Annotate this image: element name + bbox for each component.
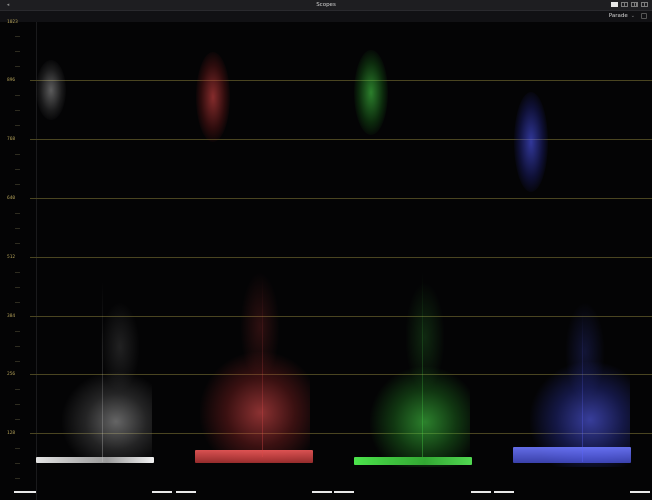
title-bar: ◂ Scopes <box>0 0 652 11</box>
dual-layout-icon[interactable] <box>621 2 628 7</box>
settings-icon[interactable] <box>641 13 647 19</box>
scale-label-384: 384 <box>7 314 16 319</box>
minor-tick <box>15 154 20 155</box>
blue-highlight-cluster <box>514 92 548 192</box>
scale-label-896: 896 <box>7 78 16 83</box>
baseline-tick <box>494 491 514 493</box>
minor-tick <box>15 95 20 96</box>
baseline-tick <box>471 491 491 493</box>
parade-scope: 1023 896 768 640 512 384 256 128 <box>0 20 652 500</box>
green-trace-upper <box>405 282 445 392</box>
green-floor <box>354 457 472 465</box>
red-trace-upper <box>240 272 280 382</box>
minor-tick <box>15 331 20 332</box>
minor-tick <box>15 184 20 185</box>
minor-tick <box>15 302 20 303</box>
minor-tick <box>15 51 20 52</box>
minor-tick <box>15 36 20 37</box>
minor-tick <box>15 272 20 273</box>
luma-spike <box>102 282 103 462</box>
scale-label-256: 256 <box>7 372 16 377</box>
minor-tick <box>15 478 20 479</box>
minor-tick <box>15 110 20 111</box>
minor-tick <box>15 404 20 405</box>
scale-label-1023: 1023 <box>7 20 18 25</box>
layout-switcher <box>611 2 648 7</box>
window-title: Scopes <box>316 2 336 8</box>
scale-label-640: 640 <box>7 196 16 201</box>
minor-tick <box>15 448 20 449</box>
baseline-tick <box>14 491 36 493</box>
green-highlight-cluster <box>354 50 388 135</box>
minor-tick <box>15 463 20 464</box>
minor-tick <box>15 66 20 67</box>
luma-trace-upper <box>100 302 140 392</box>
minor-tick <box>15 346 20 347</box>
green-spike <box>422 272 423 457</box>
scale-label-768: 768 <box>7 137 16 142</box>
minor-tick <box>15 125 20 126</box>
minor-tick <box>15 169 20 170</box>
gridline-896 <box>30 80 652 81</box>
scale-label-512: 512 <box>7 255 16 260</box>
baseline-tick <box>334 491 354 493</box>
gridline-640 <box>30 198 652 199</box>
scope-mode-dropdown[interactable]: Parade ⌄ <box>609 12 635 21</box>
minor-tick <box>15 287 20 288</box>
minor-tick <box>15 243 20 244</box>
minor-tick <box>15 389 20 390</box>
minor-tick <box>15 419 20 420</box>
baseline-tick <box>630 491 650 493</box>
triple-layout-icon[interactable] <box>631 2 638 7</box>
baseline-tick <box>312 491 332 493</box>
luma-floor <box>36 457 154 463</box>
single-layout-icon[interactable] <box>611 2 618 7</box>
blue-floor <box>513 447 631 463</box>
red-floor <box>195 450 313 463</box>
red-highlight-cluster <box>196 52 230 142</box>
baseline-tick <box>176 491 196 493</box>
blue-trace-upper <box>565 302 605 402</box>
gridline-768 <box>30 139 652 140</box>
luma-highlight-cluster <box>36 60 66 120</box>
scale-label-128: 128 <box>7 431 16 436</box>
blue-spike <box>582 312 583 462</box>
gridline-512 <box>30 257 652 258</box>
scope-mode-label: Parade <box>608 13 628 19</box>
minor-tick <box>15 361 20 362</box>
minor-tick <box>15 213 20 214</box>
minor-tick <box>15 228 20 229</box>
red-spike <box>262 277 263 457</box>
chevron-down-icon: ⌄ <box>630 13 635 19</box>
baseline-tick <box>152 491 172 493</box>
quad-layout-icon[interactable] <box>641 2 648 7</box>
